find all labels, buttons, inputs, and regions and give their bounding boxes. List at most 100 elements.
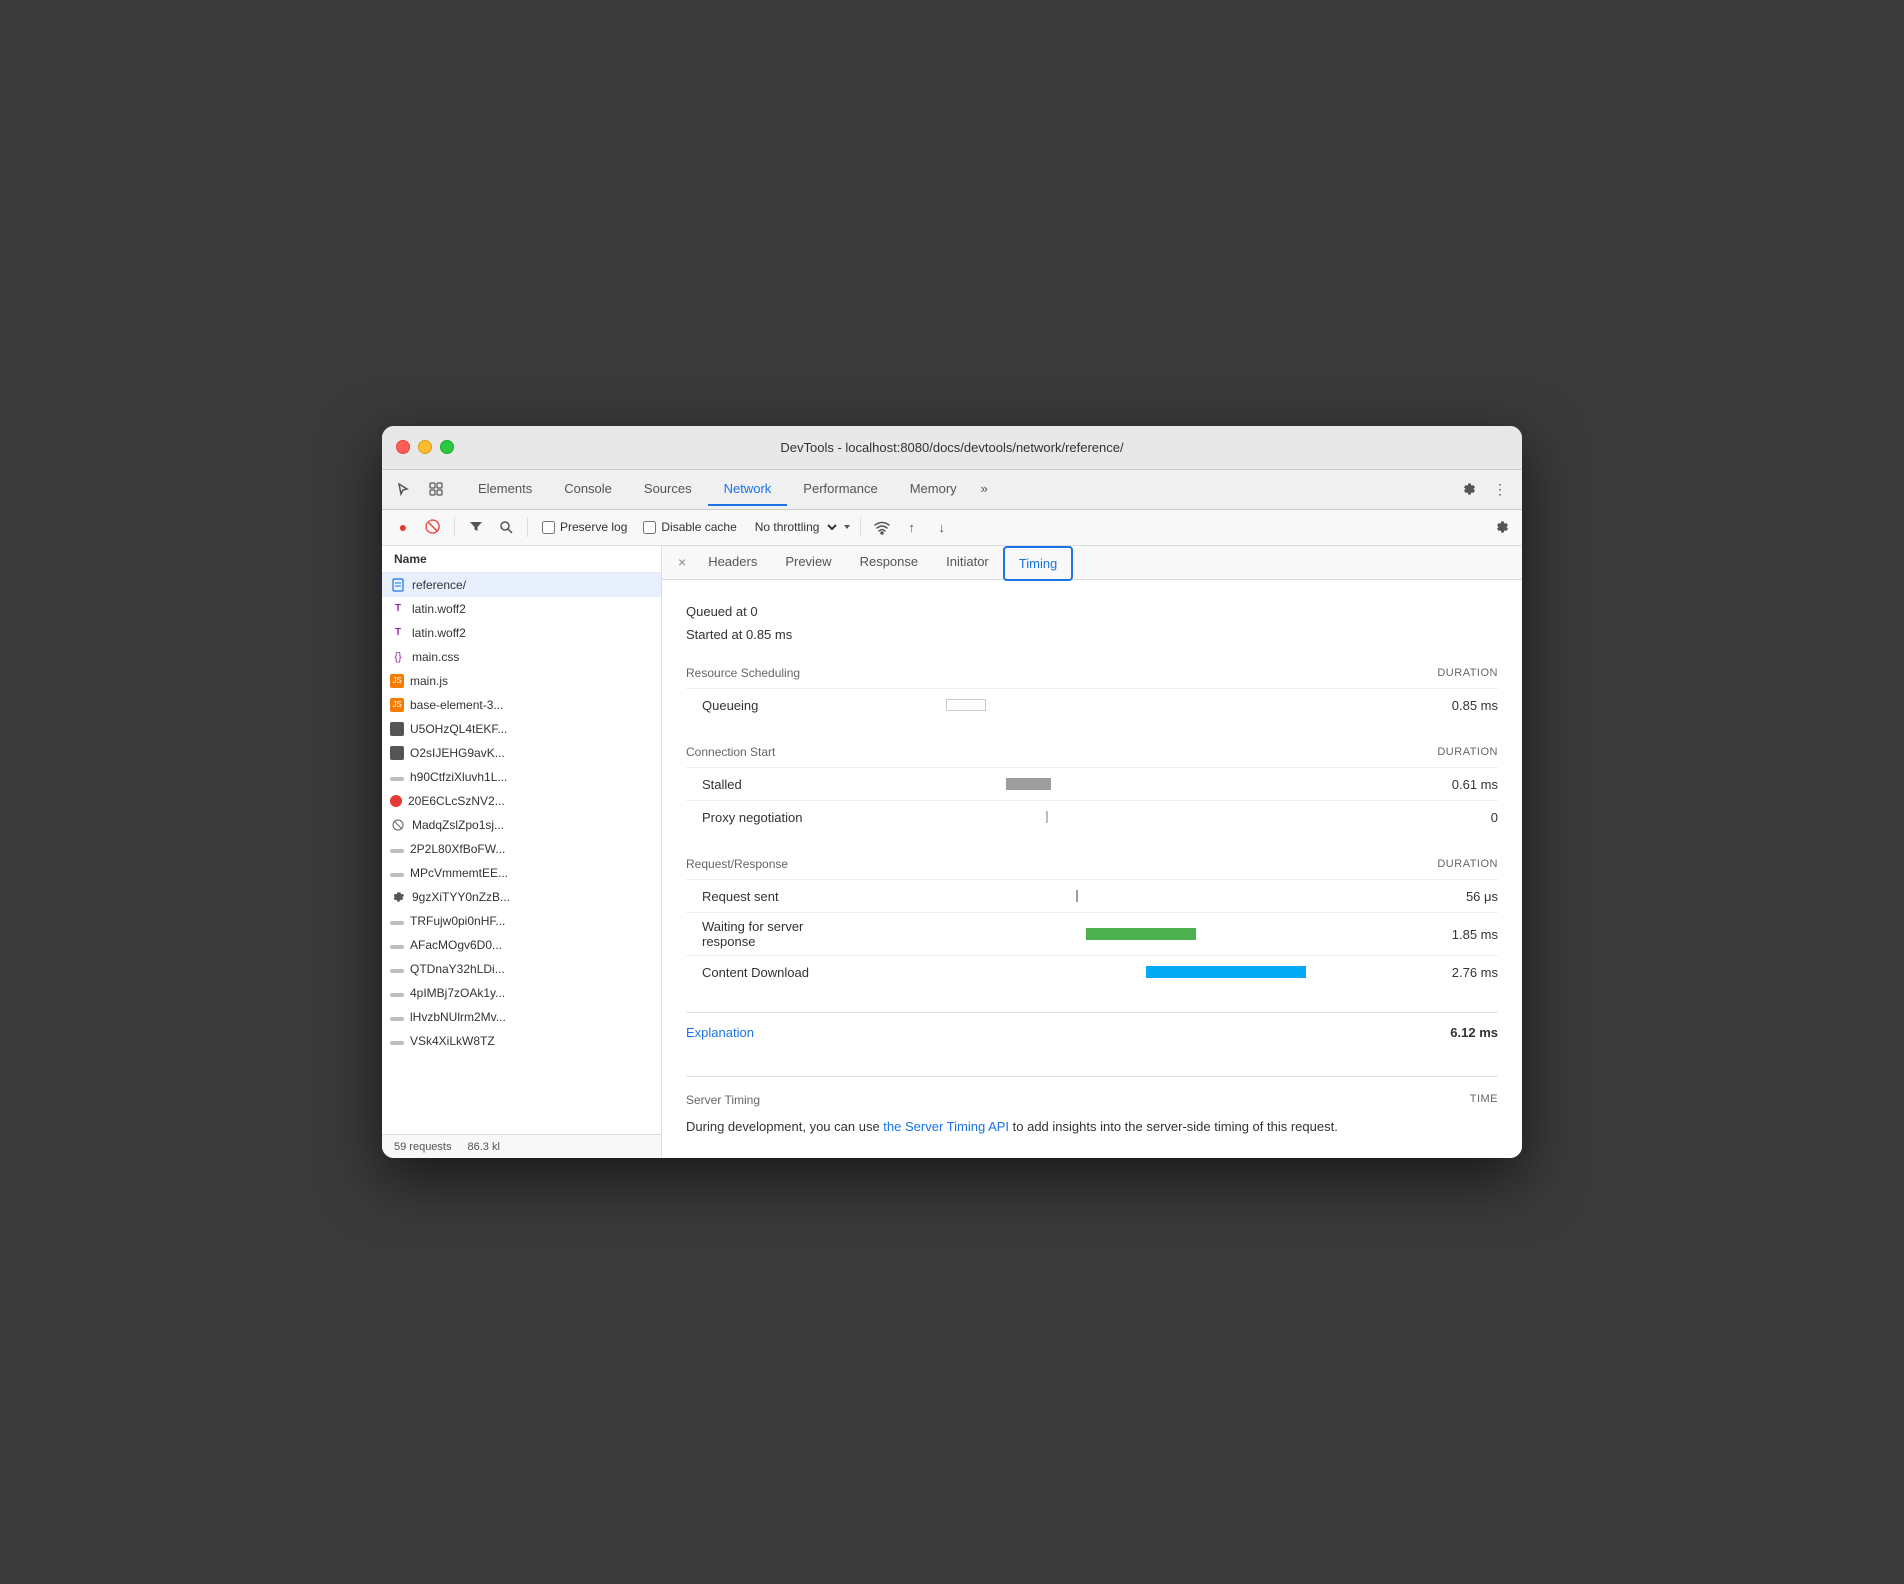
file-item-reference[interactable]: reference/ [382, 573, 661, 597]
file-item-other6[interactable]: QTDnaY32hLDi... [382, 957, 661, 981]
file-item-other4[interactable]: TRFujw0pi0nHF... [382, 909, 661, 933]
file-list-panel: Name reference/ T latin.woff2 [382, 546, 662, 1159]
disable-cache-checkbox[interactable]: Disable cache [637, 520, 742, 534]
timing-header-info: Queued at 0 Started at 0.85 ms [686, 600, 1498, 647]
stalled-bar [1006, 778, 1051, 790]
search-button[interactable] [493, 514, 519, 540]
waiting-duration: 1.85 ms [1418, 927, 1498, 942]
request-sent-duration: 56 μs [1418, 889, 1498, 904]
server-timing-description: During development, you can use the Serv… [686, 1117, 1498, 1138]
request-response-header: Request/Response DURATION [686, 857, 1498, 871]
started-at: Started at 0.85 ms [686, 623, 1498, 646]
traffic-lights [396, 440, 454, 454]
tab-network[interactable]: Network [708, 473, 788, 506]
file-item-other8[interactable]: lHvzbNUlrm2Mv... [382, 1005, 661, 1029]
waiting-label: Waiting for serverresponse [686, 919, 886, 949]
stalled-bar-area [886, 774, 1418, 794]
file-item-latin1[interactable]: T latin.woff2 [382, 597, 661, 621]
tab-console[interactable]: Console [548, 473, 628, 506]
explanation-link[interactable]: Explanation [686, 1025, 754, 1040]
record-button[interactable]: ● [390, 514, 416, 540]
upload-icon[interactable]: ↑ [899, 514, 925, 540]
waiting-bar-area [886, 924, 1418, 944]
clear-button[interactable]: 🚫 [420, 514, 446, 540]
disable-cache-label: Disable cache [661, 520, 736, 534]
toolbar-settings-icon[interactable] [1488, 514, 1514, 540]
file-item-mainjs[interactable]: JS main.js [382, 669, 661, 693]
devtools-window: DevTools - localhost:8080/docs/devtools/… [382, 426, 1522, 1159]
file-item-base[interactable]: JS base-element-3... [382, 693, 661, 717]
file-item-latin2[interactable]: T latin.woff2 [382, 621, 661, 645]
tab-performance[interactable]: Performance [787, 473, 893, 506]
timing-total-row: Explanation 6.12 ms [686, 1025, 1498, 1056]
tab-elements[interactable]: Elements [462, 473, 548, 506]
file-item-gear[interactable]: 9gzXiTYY0nZzB... [382, 885, 661, 909]
stalled-duration: 0.61 ms [1418, 777, 1498, 792]
filter-button[interactable] [463, 514, 489, 540]
wifi-svg [874, 519, 890, 535]
inspect-icon[interactable] [422, 475, 450, 503]
file-item-block1[interactable]: MadqZslZpo1sj... [382, 813, 661, 837]
file-item-maincss[interactable]: {} main.css [382, 645, 661, 669]
file-item-other7[interactable]: 4pIMBj7zOAk1y... [382, 981, 661, 1005]
resource-scheduling-section: Resource Scheduling DURATION Queueing 0.… [686, 666, 1498, 721]
file-item-img2[interactable]: O2sIJEHG9avK... [382, 741, 661, 765]
server-timing-api-link[interactable]: the Server Timing API [883, 1119, 1009, 1134]
file-item-circle[interactable]: 20E6CLcSzNV2... [382, 789, 661, 813]
font-icon-2: T [390, 625, 406, 641]
tab-more[interactable]: » [973, 473, 996, 506]
proxy-label: Proxy negotiation [686, 810, 886, 825]
request-sent-row: Request sent 56 μs [686, 879, 1498, 912]
css-icon: {} [390, 649, 406, 665]
timing-divider [686, 1012, 1498, 1013]
file-item-other2[interactable]: 2P2L80XfBoFW... [382, 837, 661, 861]
tab-preview[interactable]: Preview [771, 546, 845, 579]
queueing-label: Queueing [686, 698, 886, 713]
wifi-icon[interactable] [869, 514, 895, 540]
other-icon-1 [390, 777, 404, 781]
tab-response[interactable]: Response [846, 546, 933, 579]
file-name-img2: O2sIJEHG9avK... [410, 746, 505, 760]
throttle-select[interactable]: No throttling Fast 3G Slow 3G Offline [747, 517, 840, 537]
preserve-log-checkbox[interactable]: Preserve log [536, 520, 633, 534]
gear-file-icon [390, 889, 406, 905]
download-label: Content Download [686, 965, 886, 980]
file-name-reference: reference/ [412, 578, 466, 592]
file-name-gear: 9gzXiTYY0nZzB... [412, 890, 510, 904]
file-item-other5[interactable]: AFacMOgv6D0... [382, 933, 661, 957]
settings-icon[interactable] [1454, 475, 1482, 503]
queueing-duration: 0.85 ms [1418, 698, 1498, 713]
stalled-row: Stalled 0.61 ms [686, 767, 1498, 800]
more-icon[interactable]: ⋮ [1486, 475, 1514, 503]
maximize-button[interactable] [440, 440, 454, 454]
cursor-icon[interactable] [390, 475, 418, 503]
file-name-other2: 2P2L80XfBoFW... [410, 842, 505, 856]
minimize-button[interactable] [418, 440, 432, 454]
close-detail-button[interactable]: × [670, 550, 694, 574]
file-item-other1[interactable]: h90CtfziXluvh1L... [382, 765, 661, 789]
file-item-other3[interactable]: MPcVmmemtEE... [382, 861, 661, 885]
other-icon-2 [390, 849, 404, 853]
tab-sources[interactable]: Sources [628, 473, 708, 506]
file-item-other9[interactable]: VSk4XiLkW8TZ [382, 1029, 661, 1053]
tab-memory[interactable]: Memory [894, 473, 973, 506]
tab-timing[interactable]: Timing [1003, 546, 1074, 581]
request-count: 59 requests [394, 1141, 451, 1153]
tab-headers[interactable]: Headers [694, 546, 771, 579]
status-bar: 59 requests 86.3 kl [382, 1134, 661, 1158]
preserve-log-input[interactable] [542, 521, 555, 534]
file-item-img1[interactable]: U5OHzQL4tEKF... [382, 717, 661, 741]
download-duration: 2.76 ms [1418, 965, 1498, 980]
img-icon-2 [390, 746, 404, 760]
request-sent-label: Request sent [686, 889, 886, 904]
waiting-row: Waiting for serverresponse 1.85 ms [686, 912, 1498, 955]
proxy-duration: 0 [1418, 810, 1498, 825]
tab-initiator[interactable]: Initiator [932, 546, 1003, 579]
disable-cache-input[interactable] [643, 521, 656, 534]
close-button[interactable] [396, 440, 410, 454]
other-icon-5 [390, 945, 404, 949]
download-bar-area [886, 962, 1418, 982]
connection-start-title: Connection Start [686, 745, 775, 759]
other-icon-6 [390, 969, 404, 973]
download-icon[interactable]: ↓ [929, 514, 955, 540]
